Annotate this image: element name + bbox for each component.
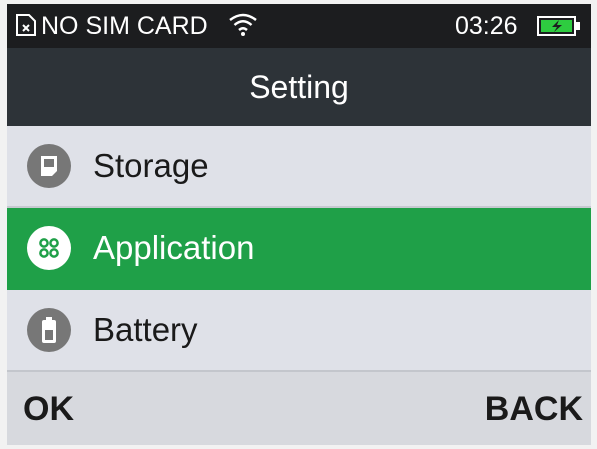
wifi-icon — [229, 13, 257, 36]
carrier-status: NO SIM CARD — [41, 12, 208, 40]
no-sim-icon — [16, 14, 36, 36]
menu-item-label: Application — [93, 229, 255, 266]
page-title: Setting — [249, 69, 349, 105]
status-bar: NO SIM CARD 03:26 — [7, 4, 591, 48]
back-button[interactable]: BACK — [485, 372, 583, 445]
clock: 03:26 — [455, 12, 518, 40]
battery-icon — [27, 308, 71, 352]
title-bar: Setting — [7, 48, 591, 126]
menu-item-storage[interactable]: Storage — [7, 126, 591, 208]
menu-item-label: Battery — [93, 311, 198, 348]
ok-button[interactable]: OK — [23, 372, 74, 445]
phone-screen: NO SIM CARD 03:26 Setting Storage Applic… — [7, 4, 591, 445]
menu-item-label: Storage — [93, 147, 209, 184]
menu-item-application[interactable]: Application — [7, 208, 591, 290]
settings-menu: Storage Application Battery — [7, 126, 591, 370]
softkey-bar: OK BACK — [7, 370, 591, 445]
menu-item-battery[interactable]: Battery — [7, 290, 591, 370]
application-icon — [27, 226, 71, 270]
battery-charging-icon — [537, 16, 580, 36]
storage-icon — [27, 144, 71, 188]
